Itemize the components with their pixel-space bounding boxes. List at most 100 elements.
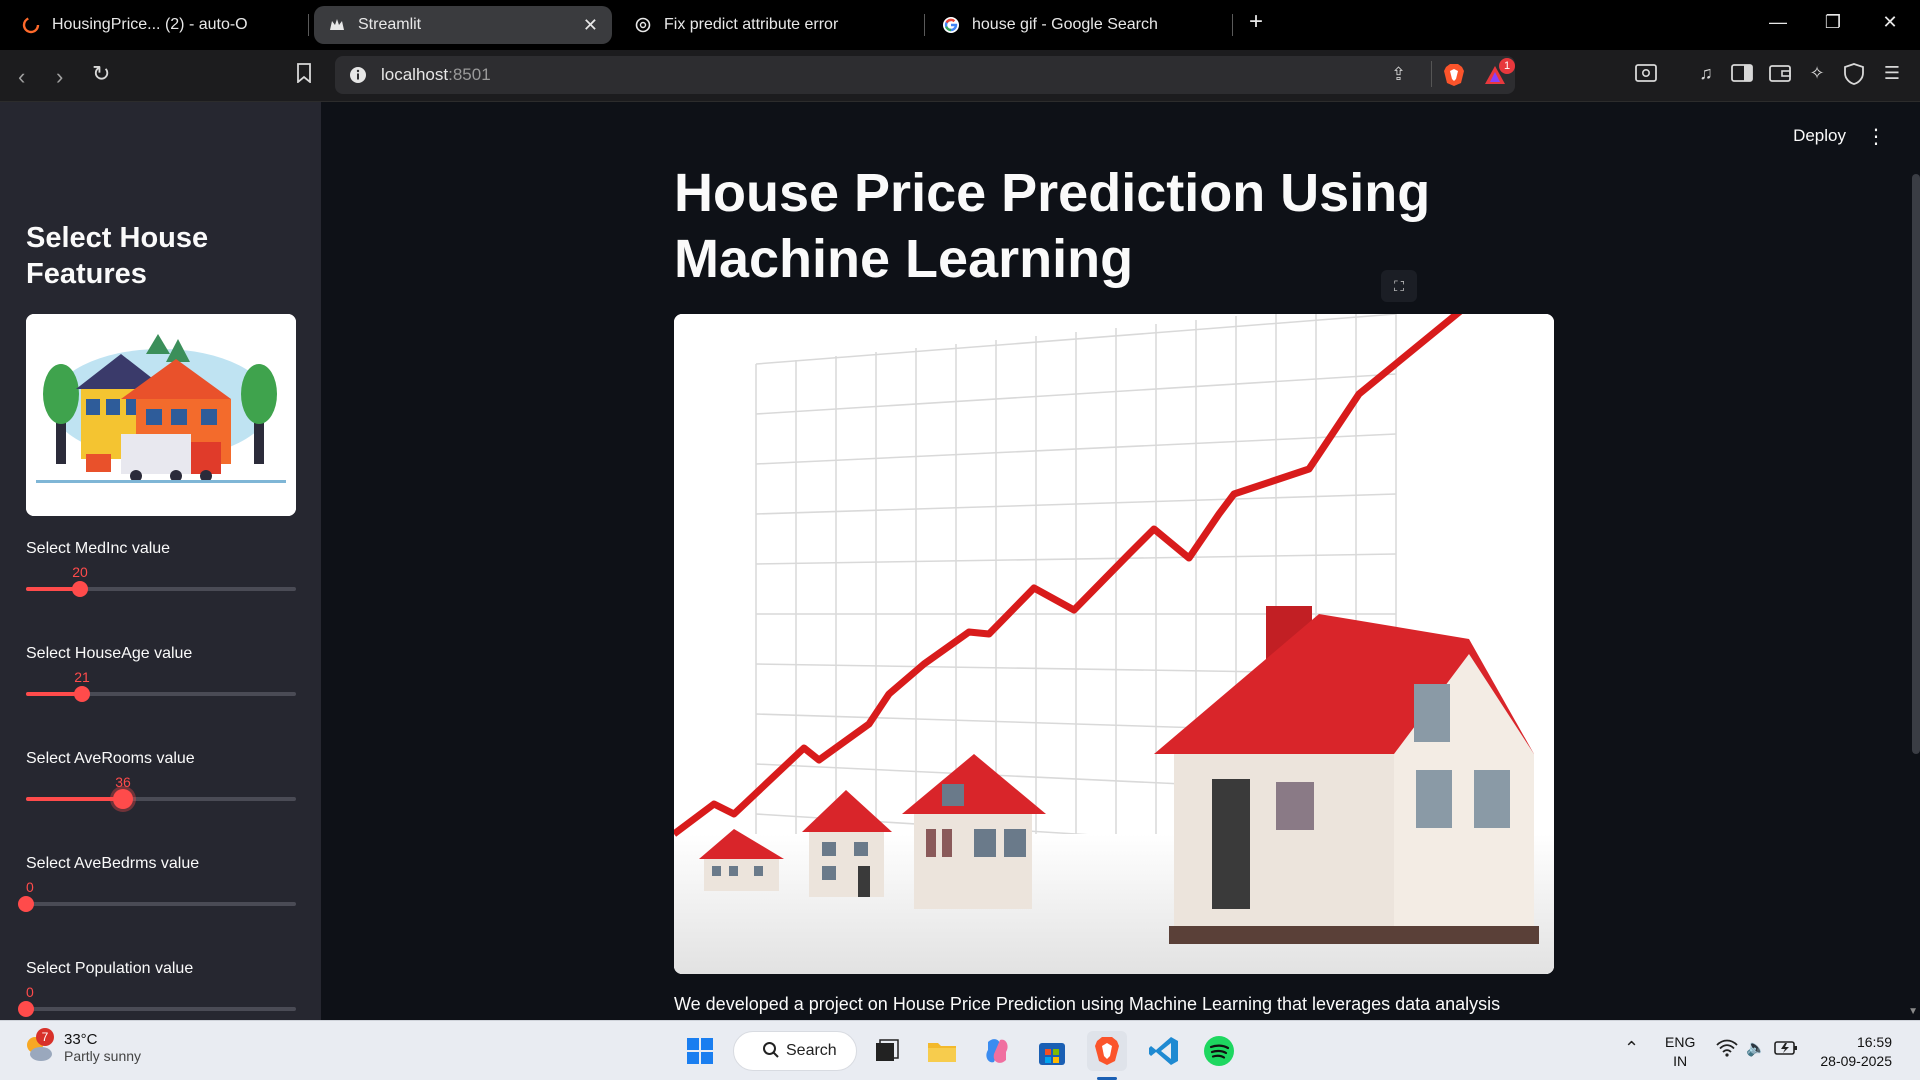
weather-widget[interactable]: 7 33°C Partly sunny [22, 1027, 142, 1064]
windows-start-icon[interactable] [683, 1034, 717, 1068]
house-price-growth-image [674, 314, 1554, 974]
population-slider[interactable]: Select Population value 0 [18, 960, 296, 1020]
browser-tab-strip: HousingPrice... (2) - auto-O Streamlit ✕… [0, 0, 1920, 50]
streamlit-sidebar: Select House Features Select MedInc valu… [0, 102, 321, 1020]
slider-label: Select HouseAge value [26, 645, 193, 662]
tab-title: Streamlit [358, 16, 422, 33]
slider-thumb[interactable] [113, 789, 133, 809]
house-illustration-image [26, 314, 296, 516]
rewards-badge: 1 [1499, 58, 1515, 74]
page-search-icon[interactable] [1634, 63, 1658, 87]
wallet-icon[interactable] [1768, 63, 1792, 87]
slider-track[interactable] [26, 797, 296, 801]
copilot-icon[interactable] [980, 1034, 1014, 1068]
sidebar-toggle-icon[interactable] [1730, 63, 1754, 87]
slider-track[interactable] [26, 1007, 296, 1011]
slider-thumb[interactable] [18, 1001, 34, 1017]
url-port: :8501 [448, 65, 491, 84]
medinc-slider[interactable]: Select MedInc value 20 [26, 540, 296, 630]
tab-title: Fix predict attribute error [664, 16, 839, 33]
spotify-icon[interactable] [1202, 1034, 1236, 1068]
close-window-icon[interactable]: ✕ [1878, 12, 1902, 33]
language-indicator[interactable]: ENG IN [1665, 1033, 1695, 1071]
tab-title: HousingPrice... (2) - auto-O [52, 16, 248, 33]
slider-thumb[interactable] [72, 581, 88, 597]
music-note-icon[interactable]: ♫ [1694, 63, 1718, 87]
tab-google-search[interactable]: house gif - Google Search [928, 6, 1228, 44]
streamlit-main: Deploy ⋮ House Price Prediction Using Ma… [321, 102, 1920, 1020]
kebab-menu-icon[interactable]: ⋮ [1866, 124, 1886, 149]
windows-taskbar: 7 33°C Partly sunny Search ⌃ ENG IN 🔈 16… [0, 1020, 1920, 1080]
bookmark-icon[interactable] [296, 63, 312, 88]
slider-value: 21 [74, 669, 90, 685]
wifi-icon[interactable] [1716, 1039, 1738, 1062]
google-icon [942, 16, 960, 34]
lang-line2: IN [1673, 1053, 1688, 1069]
weather-badge: 7 [36, 1027, 54, 1046]
clock-time: 16:59 [1856, 1034, 1892, 1050]
volume-icon[interactable]: 🔈 [1746, 1038, 1766, 1058]
deploy-button[interactable]: Deploy [1793, 126, 1846, 146]
slider-track[interactable] [26, 692, 296, 696]
slider-track[interactable] [26, 902, 296, 906]
brave-shields-icon[interactable] [1443, 63, 1465, 92]
partly-sunny-icon: 7 [22, 1027, 54, 1064]
tab-fix-predict[interactable]: Fix predict attribute error [620, 6, 920, 44]
slider-track[interactable] [26, 587, 296, 591]
browser-menu-icon[interactable]: ☰ [1880, 63, 1904, 87]
taskbar-search[interactable]: Search [733, 1031, 857, 1071]
file-explorer-icon[interactable] [925, 1034, 959, 1068]
reload-icon[interactable]: ↻ [92, 61, 110, 87]
slider-label: Select Population value [26, 960, 194, 977]
slider-label: Select AveRooms value [26, 750, 195, 767]
system-clock[interactable]: 16:59 28-09-2025 [1820, 1033, 1892, 1071]
avebedrms-slider[interactable]: Select AveBedrms value 0 [18, 855, 296, 945]
description-text: We developed a project on House Price Pr… [674, 994, 1501, 1014]
address-bar[interactable]: localhost:8501 ⇪ 1 [335, 56, 1515, 94]
restore-window-icon[interactable]: ❐ [1821, 12, 1845, 33]
openai-icon [634, 16, 652, 34]
averooms-slider[interactable]: Select AveRooms value 36 [26, 750, 296, 840]
url-host: localhost [381, 65, 449, 84]
lang-line1: ENG [1665, 1034, 1696, 1050]
search-label: Search [786, 1042, 837, 1059]
forward-icon[interactable]: › [56, 64, 63, 90]
slider-value: 36 [115, 774, 131, 790]
tab-separator [1232, 14, 1233, 36]
task-view-icon[interactable] [870, 1034, 904, 1068]
show-hidden-icons[interactable]: ⌃ [1624, 1038, 1639, 1059]
slider-fill [26, 797, 123, 801]
site-info-icon[interactable] [349, 66, 367, 89]
search-icon [762, 1041, 780, 1064]
share-icon[interactable]: ⇪ [1391, 64, 1406, 85]
microsoft-store-icon[interactable] [1035, 1034, 1069, 1068]
tab-streamlit[interactable]: Streamlit ✕ [314, 6, 612, 44]
minimize-window-icon[interactable]: — [1766, 12, 1790, 33]
fullscreen-icon[interactable]: ⛶ [1381, 270, 1417, 302]
scrollbar[interactable] [1912, 174, 1920, 754]
loading-ring-icon [22, 16, 40, 34]
vpn-shield-icon[interactable] [1842, 63, 1866, 87]
slider-thumb[interactable] [18, 896, 34, 912]
tab-separator [308, 14, 309, 36]
new-tab-button[interactable]: + [1244, 8, 1268, 36]
close-tab-icon[interactable]: ✕ [583, 15, 598, 36]
tab-housingprice[interactable]: HousingPrice... (2) - auto-O [8, 6, 308, 44]
back-icon[interactable]: ‹ [18, 64, 25, 90]
divider [1431, 61, 1432, 87]
brave-browser-icon[interactable] [1087, 1031, 1127, 1071]
houseage-slider[interactable]: Select HouseAge value 21 [26, 645, 296, 735]
slider-value: 20 [72, 564, 88, 580]
slider-thumb[interactable] [74, 686, 90, 702]
browser-toolbar: ‹ › ↻ localhost:8501 ⇪ 1 ♫ ✧ ☰ [0, 50, 1920, 135]
sidebar-title: Select House Features [26, 222, 209, 290]
weather-temp: 33°C [64, 1031, 98, 1048]
page-title: House Price Prediction Using Machine Lea… [674, 163, 1431, 289]
weather-condition: Partly sunny [64, 1048, 142, 1064]
vscode-icon[interactable] [1147, 1034, 1181, 1068]
battery-charging-icon[interactable] [1774, 1040, 1798, 1061]
leo-ai-icon[interactable]: ✧ [1805, 63, 1829, 87]
slider-label: Select MedInc value [26, 540, 171, 557]
scroll-down-icon[interactable]: ▼ [1908, 1006, 1918, 1017]
slider-label: Select AveBedrms value [26, 855, 200, 872]
